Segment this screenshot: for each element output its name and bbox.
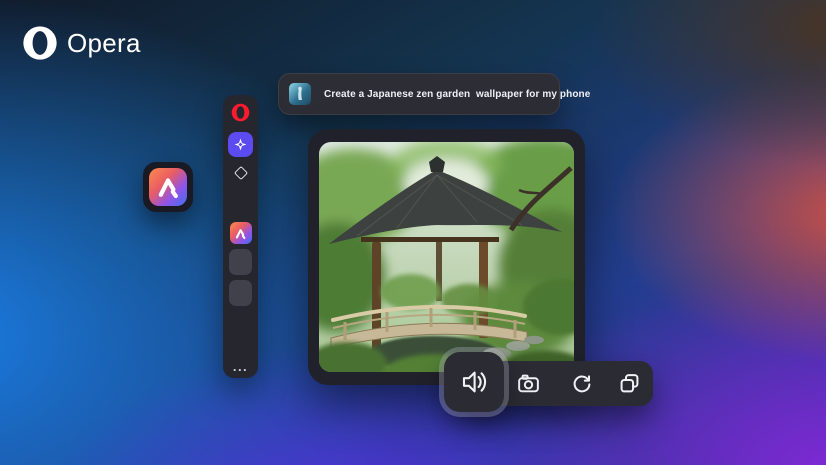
- brand: Opera: [22, 25, 141, 61]
- sidebar-item-aria-ai[interactable]: [228, 132, 253, 157]
- read-aloud-button[interactable]: [444, 352, 504, 412]
- sidebar-item-opera-menu[interactable]: [231, 103, 250, 122]
- opera-o-red-icon: [231, 103, 250, 122]
- zen-garden-image[interactable]: [319, 142, 574, 372]
- prompt-bubble: Create a Japanese zen garden wallpaper f…: [278, 73, 590, 115]
- diamond-outline-icon[interactable]: [233, 165, 248, 181]
- speaker-icon: [462, 371, 487, 393]
- generated-image-card: [308, 129, 585, 385]
- sidebar-overflow-button[interactable]: ...: [233, 360, 248, 373]
- browser-sidebar: ...: [223, 95, 258, 378]
- copy-icon: [620, 374, 639, 393]
- camera-icon: [518, 374, 539, 393]
- sparkle-icon: [234, 138, 247, 151]
- sidebar-item-aria-app[interactable]: [229, 222, 252, 244]
- copy-button[interactable]: [611, 365, 648, 402]
- screenshot-button[interactable]: [510, 365, 547, 402]
- aria-app-icon[interactable]: [143, 162, 193, 212]
- aria-gradient-a-icon: [149, 168, 187, 206]
- opera-logo-icon: [22, 25, 58, 61]
- sidebar-placeholder-tab-2[interactable]: [229, 280, 252, 306]
- refresh-icon: [573, 374, 590, 392]
- opera-promo-screen: Opera Create a Japanese zen garden wallp…: [0, 0, 826, 465]
- aria-a-icon: [235, 228, 246, 239]
- sidebar-placeholder-tab-1[interactable]: [229, 249, 252, 275]
- prompt-thumbnail-icon: [289, 83, 311, 105]
- regenerate-button[interactable]: [563, 365, 600, 402]
- prompt-text: Create a Japanese zen garden wallpaper f…: [324, 88, 591, 100]
- brand-wordmark: Opera: [67, 27, 141, 58]
